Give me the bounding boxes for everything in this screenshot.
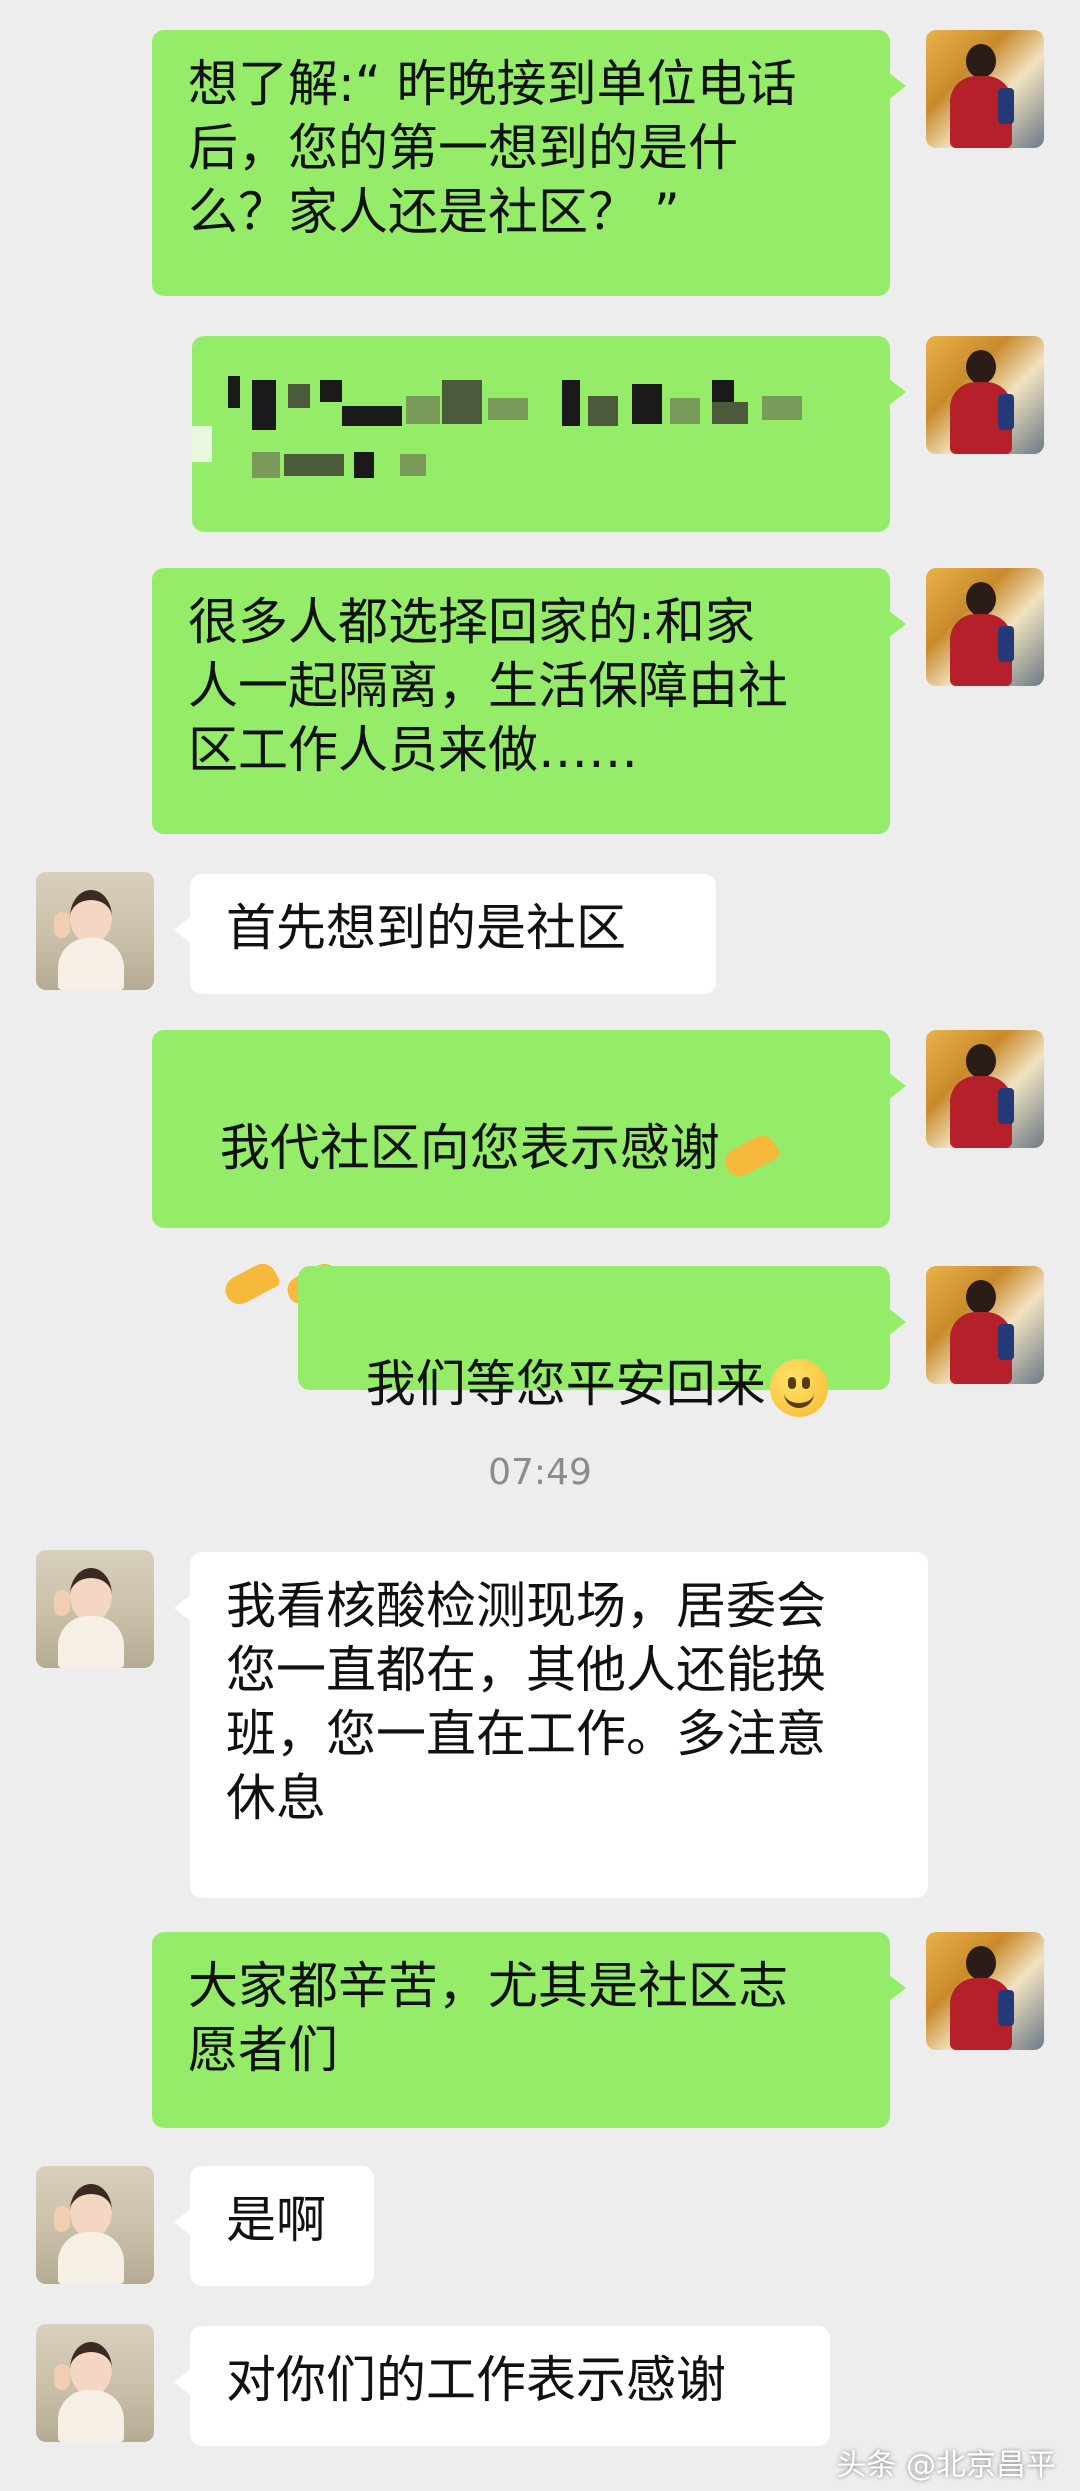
timestamp: 07:49 [488, 1452, 592, 1493]
pixel-block [354, 452, 374, 478]
pixel-block [288, 384, 310, 408]
pixel-block [252, 380, 276, 430]
avatar-self[interactable] [926, 568, 1044, 686]
pixel-block [488, 398, 528, 420]
message-bubble-9[interactable]: 是啊 [174, 2166, 374, 2286]
pixel-block [400, 454, 426, 476]
avatar-contact[interactable] [36, 1550, 154, 1668]
message-bubble-6[interactable]: 我们等您平安回来 [298, 1266, 906, 1417]
message-bubble-4[interactable]: 首先想到的是社区 [174, 874, 716, 994]
pixel-block [228, 376, 240, 408]
pixel-block [588, 396, 618, 426]
watermark: 头条 @北京昌平 [836, 2448, 1056, 2483]
pixel-block [712, 380, 734, 402]
avatar-self[interactable] [926, 336, 1044, 454]
message-bubble-10[interactable]: 对你们的工作表示感谢 [174, 2326, 830, 2446]
pixel-block [562, 380, 580, 426]
pixel-block [252, 452, 280, 478]
message-bubble-1[interactable]: 想了解:“ 昨晚接到单位电话 后，您的第一想到的是什 么？家人还是社区？ ” [152, 30, 906, 296]
message-bubble-7[interactable]: 我看核酸检测现场，居委会 您一直都在，其他人还能换 班，您一直在工作。多注意 休… [174, 1552, 928, 1898]
pixel-block [670, 398, 700, 424]
pixel-block [632, 384, 662, 424]
pixel-block [406, 396, 440, 424]
pixel-block [342, 406, 402, 426]
message-bubble-blurred[interactable] [192, 336, 906, 532]
avatar-contact[interactable] [36, 872, 154, 990]
pixel-block [284, 454, 344, 476]
avatar-self[interactable] [926, 1266, 1044, 1384]
pixel-block [192, 426, 212, 462]
message-text: 我代社区向您表示感谢 [219, 1119, 720, 1177]
ok-hand-emoji-icon [220, 1260, 282, 1300]
ok-hand-emoji-icon [720, 1132, 782, 1172]
message-bubble-3[interactable]: 很多人都选择回家的:和家 人一起隔离，生活保障由社 区工作人员来做…… [152, 568, 906, 834]
pixel-block [320, 380, 342, 402]
pixel-block [442, 380, 482, 424]
avatar-contact[interactable] [36, 2166, 154, 2284]
smile-emoji-icon [769, 1358, 828, 1417]
message-text: 我们等您平安回来 [365, 1355, 766, 1413]
avatar-self[interactable] [926, 30, 1044, 148]
pixel-block [712, 402, 748, 424]
message-bubble-8[interactable]: 大家都辛苦，尤其是社区志 愿者们 [152, 1932, 906, 2128]
avatar-self[interactable] [926, 1932, 1044, 2050]
avatar-contact[interactable] [36, 2324, 154, 2442]
avatar-self[interactable] [926, 1030, 1044, 1148]
message-bubble-5[interactable]: 我代社区向您表示感谢 [152, 1030, 906, 1228]
pixel-block [762, 396, 802, 420]
